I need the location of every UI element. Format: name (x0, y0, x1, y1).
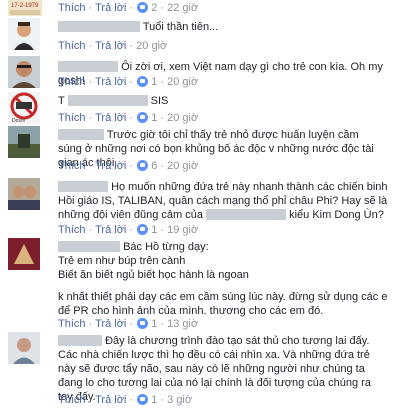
timestamp: 19 giờ (167, 224, 199, 236)
commenter-name[interactable]: name (58, 241, 120, 252)
comment-line: k nhất thiết phải dạy các em cầm súng lú… (58, 291, 388, 317)
comment-text: Đây là chương trình đào tạo sát thủ cho … (58, 335, 371, 403)
avatar[interactable] (8, 56, 40, 88)
reply-link[interactable]: Trả lời (95, 112, 126, 124)
avatar[interactable] (8, 178, 40, 210)
timestamp: 20 giờ (167, 160, 199, 172)
avatar[interactable]: Dosol (8, 92, 40, 124)
timestamp: 13 giờ (167, 318, 199, 330)
reply-link[interactable]: Trả lời (95, 224, 126, 236)
timestamp: 3 giờ (167, 394, 193, 406)
avatar[interactable] (8, 18, 40, 50)
like-link[interactable]: Thích (58, 2, 86, 14)
comment-actions: Thích · Trả lời · 1 · 19 giờ (58, 224, 199, 236)
like-icon (137, 112, 149, 123)
like-icon (137, 76, 149, 87)
timestamp: 20 giờ (167, 76, 199, 88)
avatar[interactable] (8, 126, 40, 158)
commenter-name[interactable]: name (58, 61, 118, 72)
like-icon (137, 394, 149, 405)
like-link[interactable]: Thích (58, 318, 86, 330)
like-count: 1 (151, 318, 158, 330)
commenter-name[interactable]: name (58, 335, 102, 346)
like-link[interactable]: Thích (58, 112, 86, 124)
like-icon (137, 224, 149, 235)
like-link[interactable]: Thích (58, 160, 86, 172)
like-link[interactable]: Thích (58, 394, 86, 406)
like-icon (137, 2, 149, 13)
comment-actions: Thích · Trả lời · 20 giờ (58, 40, 168, 52)
like-count: 1 (151, 112, 158, 124)
commenter-name[interactable]: name (58, 181, 108, 192)
reply-link[interactable]: Trả lời (95, 40, 126, 52)
like-count: 1 (151, 224, 158, 236)
commenter-name[interactable]: name (58, 129, 104, 140)
timestamp: 20 giờ (167, 112, 199, 124)
comment-text: Bác Hồ từng dạy: (123, 241, 209, 253)
comment-text-end: kiểu Kim Dong Ùn? (289, 209, 384, 221)
comment-actions: Thích · Trả lời · 1 · 3 giờ (58, 394, 193, 406)
svg-text:17-2-1979: 17-2-1979 (11, 3, 39, 9)
reply-link[interactable]: Trả lời (95, 394, 126, 406)
comment-line: Trẻ em như búp trên cành (58, 255, 186, 267)
reply-link[interactable]: Trả lời (95, 2, 126, 14)
redacted-name: name (206, 209, 287, 220)
like-count: 6 (151, 160, 158, 172)
commenter-name[interactable]: name (58, 21, 140, 32)
comment-actions: Thích · Trả lời · 6 · 20 giờ (58, 160, 199, 172)
reply-link[interactable]: Trả lời (95, 318, 126, 330)
reply-link[interactable]: Trả lời (95, 76, 126, 88)
comment-actions: Thích · Trả lời · 1 · 20 giờ (58, 112, 199, 124)
avatar-image: 17-2-1979 (8, 0, 42, 16)
like-icon (137, 160, 149, 171)
commenter-name[interactable]: name (67, 95, 148, 106)
comment-text-prefix: T (58, 95, 65, 107)
like-link[interactable]: Thích (58, 76, 86, 88)
like-count: 1 (151, 394, 158, 406)
comment-line: Biết ăn biết ngủ biết học hành là ngoan (58, 269, 249, 281)
comment-actions: Thích · Trả lời · 1 · 13 giờ (58, 318, 199, 330)
avatar[interactable] (8, 238, 40, 270)
like-count: 2 (151, 2, 158, 14)
reply-link[interactable]: Trả lời (95, 160, 126, 172)
comment-actions: Thích · Trả lời · 2 · 22 giờ (58, 2, 199, 14)
like-link[interactable]: Thích (58, 40, 86, 52)
timestamp: 22 giờ (167, 2, 199, 14)
comment-text: SIS (150, 95, 169, 107)
timestamp: 20 giờ (136, 40, 168, 52)
like-icon (137, 318, 149, 329)
comment-actions: Thích · Trả lời · 1 · 20 giờ (58, 76, 199, 88)
avatar-caption: Dosol (12, 118, 25, 124)
like-link[interactable]: Thích (58, 224, 86, 236)
comment-text: Tuổi thần tiên... (142, 21, 219, 33)
like-count: 1 (151, 76, 158, 88)
avatar[interactable] (8, 332, 40, 364)
